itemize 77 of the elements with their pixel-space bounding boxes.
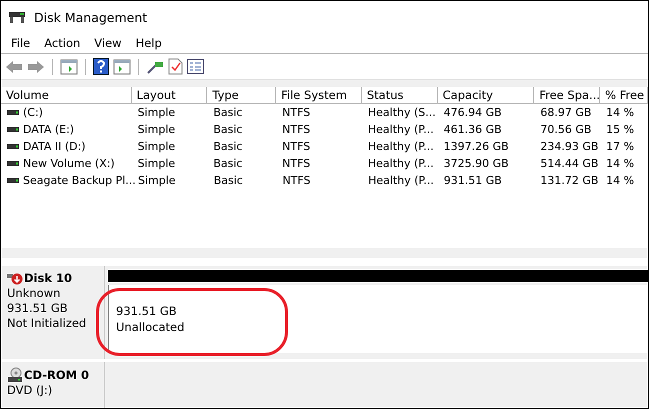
- drive-icon: [7, 178, 19, 183]
- table-cell: 131.72 GB: [540, 174, 598, 187]
- table-cell: Simple: [138, 157, 176, 170]
- unallocated-partition[interactable]: 931.51 GB Unallocated: [108, 285, 648, 353]
- table-cell: Basic: [213, 140, 242, 153]
- menu-item[interactable]: File: [4, 36, 38, 50]
- menu-item[interactable]: View: [87, 36, 129, 50]
- table-cell: Healthy (S...: [368, 106, 436, 119]
- table-cell: 461.36 GB: [444, 123, 502, 136]
- table-cell: Simple: [138, 140, 176, 153]
- column-header[interactable]: Capacity: [438, 87, 534, 104]
- table-cell: 17 %: [606, 140, 634, 153]
- table-cell: (C:): [23, 106, 43, 119]
- disk-name: Disk 10: [24, 271, 72, 286]
- table-cell: DATA (E:): [23, 123, 74, 136]
- table-cell: 68.97 GB: [540, 106, 592, 119]
- column-header[interactable]: File System: [276, 87, 362, 104]
- forward-icon[interactable]: [27, 60, 45, 74]
- partition-status: Unallocated: [116, 319, 186, 335]
- drive-icon: [7, 127, 19, 132]
- table-cell: 14 %: [606, 106, 634, 119]
- disk-info: Unknown: [7, 286, 60, 301]
- table-cell: 931.51 GB: [444, 174, 502, 187]
- checklist-icon[interactable]: [168, 58, 183, 75]
- column-header[interactable]: Status: [362, 87, 438, 104]
- disk-info: Not Initialized: [7, 316, 86, 331]
- column-header[interactable]: Layout: [132, 87, 208, 104]
- table-cell: Healthy (P...: [368, 157, 434, 170]
- list-icon[interactable]: [187, 59, 204, 74]
- table-cell: Simple: [138, 174, 176, 187]
- window-title: Disk Management: [34, 10, 148, 24]
- column-header[interactable]: % Free: [600, 87, 648, 104]
- menu-item[interactable]: Help: [128, 36, 169, 50]
- table-cell: NTFS: [282, 157, 310, 170]
- table-cell: New Volume (X:): [23, 157, 115, 170]
- table-cell: 476.94 GB: [444, 106, 502, 119]
- table-cell: DATA II (D:): [23, 140, 86, 153]
- disk-info: DVD (J:): [7, 383, 52, 398]
- table-cell: Basic: [213, 123, 242, 136]
- app-icon: [8, 10, 26, 24]
- disk-error-icon: [7, 272, 23, 284]
- table-cell: Basic: [213, 157, 242, 170]
- table-cell: Basic: [214, 174, 243, 187]
- pane-icon[interactable]: [113, 58, 131, 74]
- table-cell: 15 %: [606, 123, 634, 136]
- table-cell: Seagate Backup Pl...: [23, 174, 136, 187]
- help-icon[interactable]: [93, 58, 109, 75]
- table-cell: Healthy (P...: [368, 140, 434, 153]
- disk-info: 931.51 GB: [7, 301, 68, 316]
- partition-size: 931.51 GB: [116, 303, 178, 319]
- drive-icon: [7, 161, 19, 166]
- table-cell: NTFS: [282, 174, 311, 187]
- table-cell: 14 %: [606, 157, 634, 170]
- disk-name: CD-ROM 0: [24, 368, 90, 382]
- table-cell: Simple: [138, 123, 176, 136]
- table-cell: Healthy (P...: [368, 174, 434, 187]
- table-cell: 234.93 GB: [540, 140, 598, 153]
- table-cell: Basic: [213, 106, 242, 119]
- drive-icon: [7, 144, 19, 149]
- drive-icon: [7, 110, 19, 115]
- table-cell: NTFS: [282, 106, 310, 119]
- menu-item[interactable]: Action: [37, 36, 88, 50]
- table-cell: Simple: [138, 106, 176, 119]
- cd-drive-icon: [7, 367, 23, 383]
- table-cell: NTFS: [282, 123, 310, 136]
- pane-icon[interactable]: [60, 58, 78, 74]
- table-cell: 70.56 GB: [540, 123, 592, 136]
- back-icon[interactable]: [5, 60, 23, 74]
- table-cell: 14 %: [606, 174, 634, 187]
- table-cell: 1397.26 GB: [444, 140, 509, 153]
- column-header[interactable]: Free Spa...: [534, 87, 600, 104]
- table-cell: NTFS: [282, 140, 310, 153]
- column-header[interactable]: Type: [207, 87, 276, 104]
- table-cell: 514.44 GB: [540, 157, 598, 170]
- table-cell: Healthy (P...: [368, 123, 434, 136]
- table-cell: 3725.90 GB: [444, 157, 509, 170]
- column-header[interactable]: Volume: [1, 87, 132, 104]
